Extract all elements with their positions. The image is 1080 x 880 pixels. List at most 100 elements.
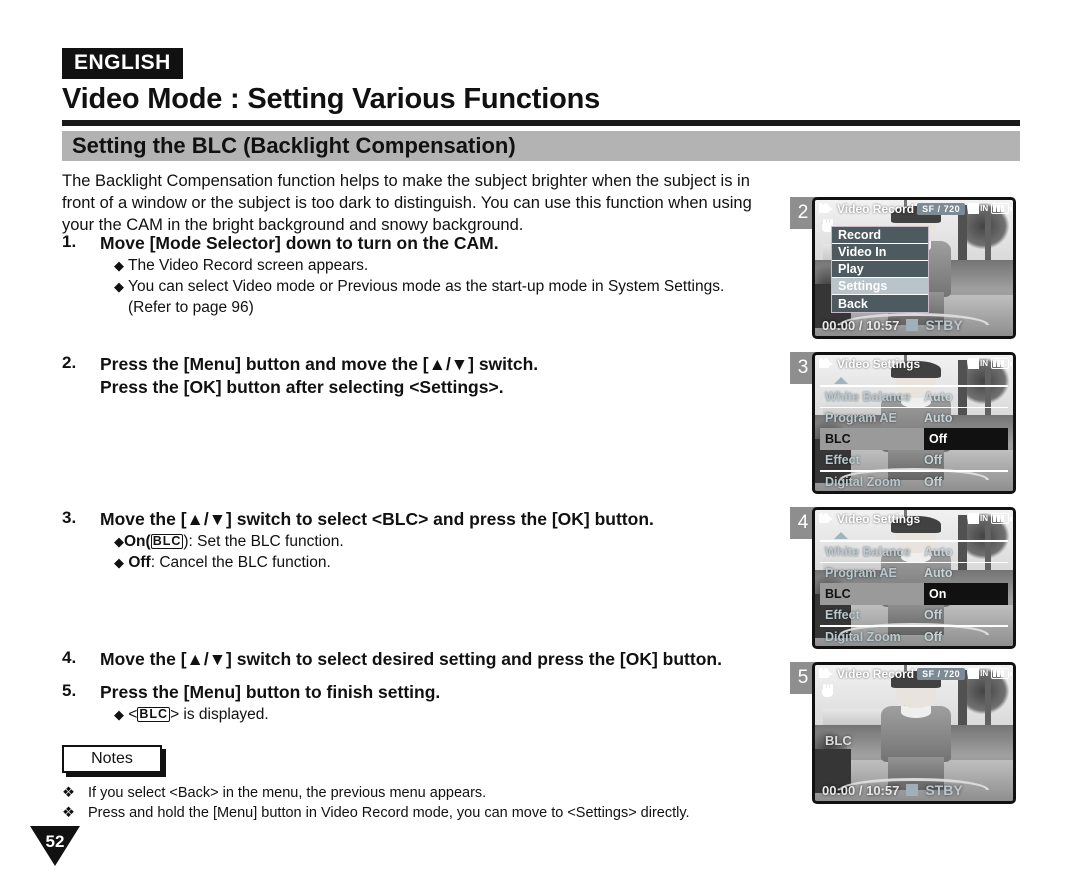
row-value: Off xyxy=(924,428,1008,450)
menu-item-record[interactable]: Record xyxy=(832,227,928,244)
on-description: ): Set the BLC function. xyxy=(183,533,344,550)
osd-overlay: Video Settings IN White Balance Auto Pro… xyxy=(815,355,1013,491)
manual-page: ENGLISH Video Mode : Setting Various Fun… xyxy=(0,0,1080,880)
camcorder-icon xyxy=(819,513,834,524)
on-label: On( xyxy=(124,533,151,550)
lcd-screen: Video Settings IN White Balance Auto Pro… xyxy=(812,507,1016,649)
blc-glyph-icon: BLC xyxy=(150,534,184,549)
menu-item-play[interactable]: Play xyxy=(832,261,928,278)
step-3-bullet-on: ◆On(BLC): Set the BLC function. xyxy=(114,531,802,552)
row-value: Auto xyxy=(924,389,953,404)
popup-menu[interactable]: Record Video In Play Settings Back xyxy=(831,226,929,313)
battery-icon xyxy=(991,358,1012,369)
row-label: Digital Zoom xyxy=(825,474,901,489)
settings-row-program-ae[interactable]: Program AE Auto xyxy=(820,563,1008,583)
osd-overlay: Video Record SF / 720 IN BLC 00:00 / 10:… xyxy=(815,665,1013,801)
row-value: Auto xyxy=(924,544,953,559)
row-label: BLC xyxy=(820,583,924,605)
scroll-up-arrow-icon[interactable] xyxy=(834,377,848,384)
step-1-bullet-1: ◆ The Video Record screen appears. xyxy=(114,257,369,274)
row-label: Effect xyxy=(825,608,860,622)
row-value: On xyxy=(924,583,1008,605)
off-description: : Cancel the BLC function. xyxy=(150,554,331,571)
note-marker-icon: ❖ xyxy=(62,805,75,821)
settings-row-blc[interactable]: BLC Off xyxy=(820,428,1008,450)
timecode: 00:00 / 10:57 xyxy=(822,782,900,798)
diamond-icon: ◆ xyxy=(114,534,124,549)
diamond-icon: ◆ xyxy=(114,258,124,273)
lcd-screen: Video Settings IN White Balance Auto Pro… xyxy=(812,352,1016,494)
title-divider xyxy=(62,120,1020,126)
note-text: If you select <Back> in the menu, the pr… xyxy=(88,785,487,801)
camcorder-icon xyxy=(819,358,834,369)
hand-shake-icon xyxy=(821,684,834,697)
row-value: Off xyxy=(924,608,943,622)
settings-row-digital-zoom[interactable]: Digital Zoom Off xyxy=(820,627,1008,647)
step-2: 2. Press the [Menu] button and move the … xyxy=(62,353,802,399)
settings-row-effect[interactable]: Effect Off xyxy=(820,450,1008,470)
osd-overlay: Video Settings IN White Balance Auto Pro… xyxy=(815,510,1013,646)
osd-mode-title: Video Record xyxy=(837,201,915,216)
osd-overlay: Video Record SF / 720 IN Record Video In… xyxy=(815,200,1013,336)
settings-list[interactable]: White Balance Auto Program AE Auto BLC O… xyxy=(820,532,1008,649)
intro-paragraph: The Backlight Compensation function help… xyxy=(62,172,752,234)
quality-badge: SF / 720 xyxy=(917,202,966,215)
settings-list[interactable]: White Balance Auto Program AE Auto BLC O… xyxy=(820,377,1008,492)
divider xyxy=(820,647,1008,649)
scroll-up-arrow-icon[interactable] xyxy=(834,532,848,539)
row-label: White Balance xyxy=(825,389,911,404)
settings-row-effect[interactable]: Effect Off xyxy=(820,605,1008,625)
lcd-screen: Video Record SF / 720 IN Record Video In… xyxy=(812,197,1016,339)
settings-row-blc[interactable]: BLC On xyxy=(820,583,1008,605)
osd-mode-title: Video Record xyxy=(837,666,915,681)
settings-row-program-ae[interactable]: Program AE Auto xyxy=(820,408,1008,428)
row-label: Effect xyxy=(825,453,860,467)
row-value: Off xyxy=(924,629,943,644)
osd-bottom-bar: 00:00 / 10:57 STBY xyxy=(815,316,1013,334)
memory-in-icon: IN xyxy=(968,358,988,369)
lcd-screen: Video Record SF / 720 IN BLC 00:00 / 10:… xyxy=(812,662,1016,804)
battery-icon xyxy=(991,513,1012,524)
step-3: 3. Move the [▲/▼] switch to select <BLC>… xyxy=(62,508,802,573)
step-1: 1. Move [Mode Selector] down to turn on … xyxy=(62,232,802,318)
camcorder-icon xyxy=(819,668,834,679)
note-text: Press and hold the [Menu] button in Vide… xyxy=(88,805,690,821)
menu-item-back[interactable]: Back xyxy=(832,295,928,312)
diamond-icon: ◆ xyxy=(114,555,124,570)
settings-row-white-balance[interactable]: White Balance Auto xyxy=(820,387,1008,407)
diamond-icon: ◆ xyxy=(114,279,124,294)
step-2-number: 2. xyxy=(62,353,77,372)
row-label: Program AE xyxy=(825,411,897,425)
step-1-heading: Move [Mode Selector] down to turn on the… xyxy=(100,233,499,253)
standby-square-icon xyxy=(906,784,919,796)
osd-status-bar: Video Settings IN xyxy=(815,355,1013,372)
settings-row-digital-zoom[interactable]: Digital Zoom Off xyxy=(820,472,1008,492)
page-title: Video Mode : Setting Various Functions xyxy=(62,83,601,115)
osd-bottom-bar: 00:00 / 10:57 STBY xyxy=(815,781,1013,799)
camcorder-icon xyxy=(819,203,834,214)
diamond-icon: ◆ xyxy=(114,707,124,722)
row-value: Off xyxy=(924,453,943,467)
blc-displayed-text: > is displayed. xyxy=(170,706,269,723)
settings-row-white-balance[interactable]: White Balance Auto xyxy=(820,542,1008,562)
step-4: 4. Move the [▲/▼] switch to select desir… xyxy=(62,648,802,671)
step-1-bullet-2: ◆ You can select Video mode or Previous … xyxy=(114,278,725,295)
row-value: Off xyxy=(924,474,943,489)
step-4-number: 4. xyxy=(62,648,77,667)
note-marker-icon: ❖ xyxy=(62,785,75,801)
memory-in-icon: IN xyxy=(968,513,988,524)
notes-label: Notes xyxy=(91,750,133,767)
step-2-heading-line-2: Press the [OK] button after selecting <S… xyxy=(100,377,504,397)
timecode: 00:00 / 10:57 xyxy=(822,317,900,333)
row-label: Digital Zoom xyxy=(825,629,901,644)
row-value: Auto xyxy=(924,411,953,425)
osd-status-bar: Video Record SF / 720 IN xyxy=(815,200,1013,217)
row-label: Program AE xyxy=(825,566,897,580)
menu-item-video-in[interactable]: Video In xyxy=(832,244,928,261)
blc-bracket-open: < xyxy=(128,706,138,723)
menu-item-settings[interactable]: Settings xyxy=(832,278,928,295)
row-label: White Balance xyxy=(825,544,911,559)
off-label: Off xyxy=(128,554,151,571)
step-2-heading-line-1: Press the [Menu] button and move the [▲/… xyxy=(100,354,539,374)
memory-in-icon: IN xyxy=(968,203,988,214)
